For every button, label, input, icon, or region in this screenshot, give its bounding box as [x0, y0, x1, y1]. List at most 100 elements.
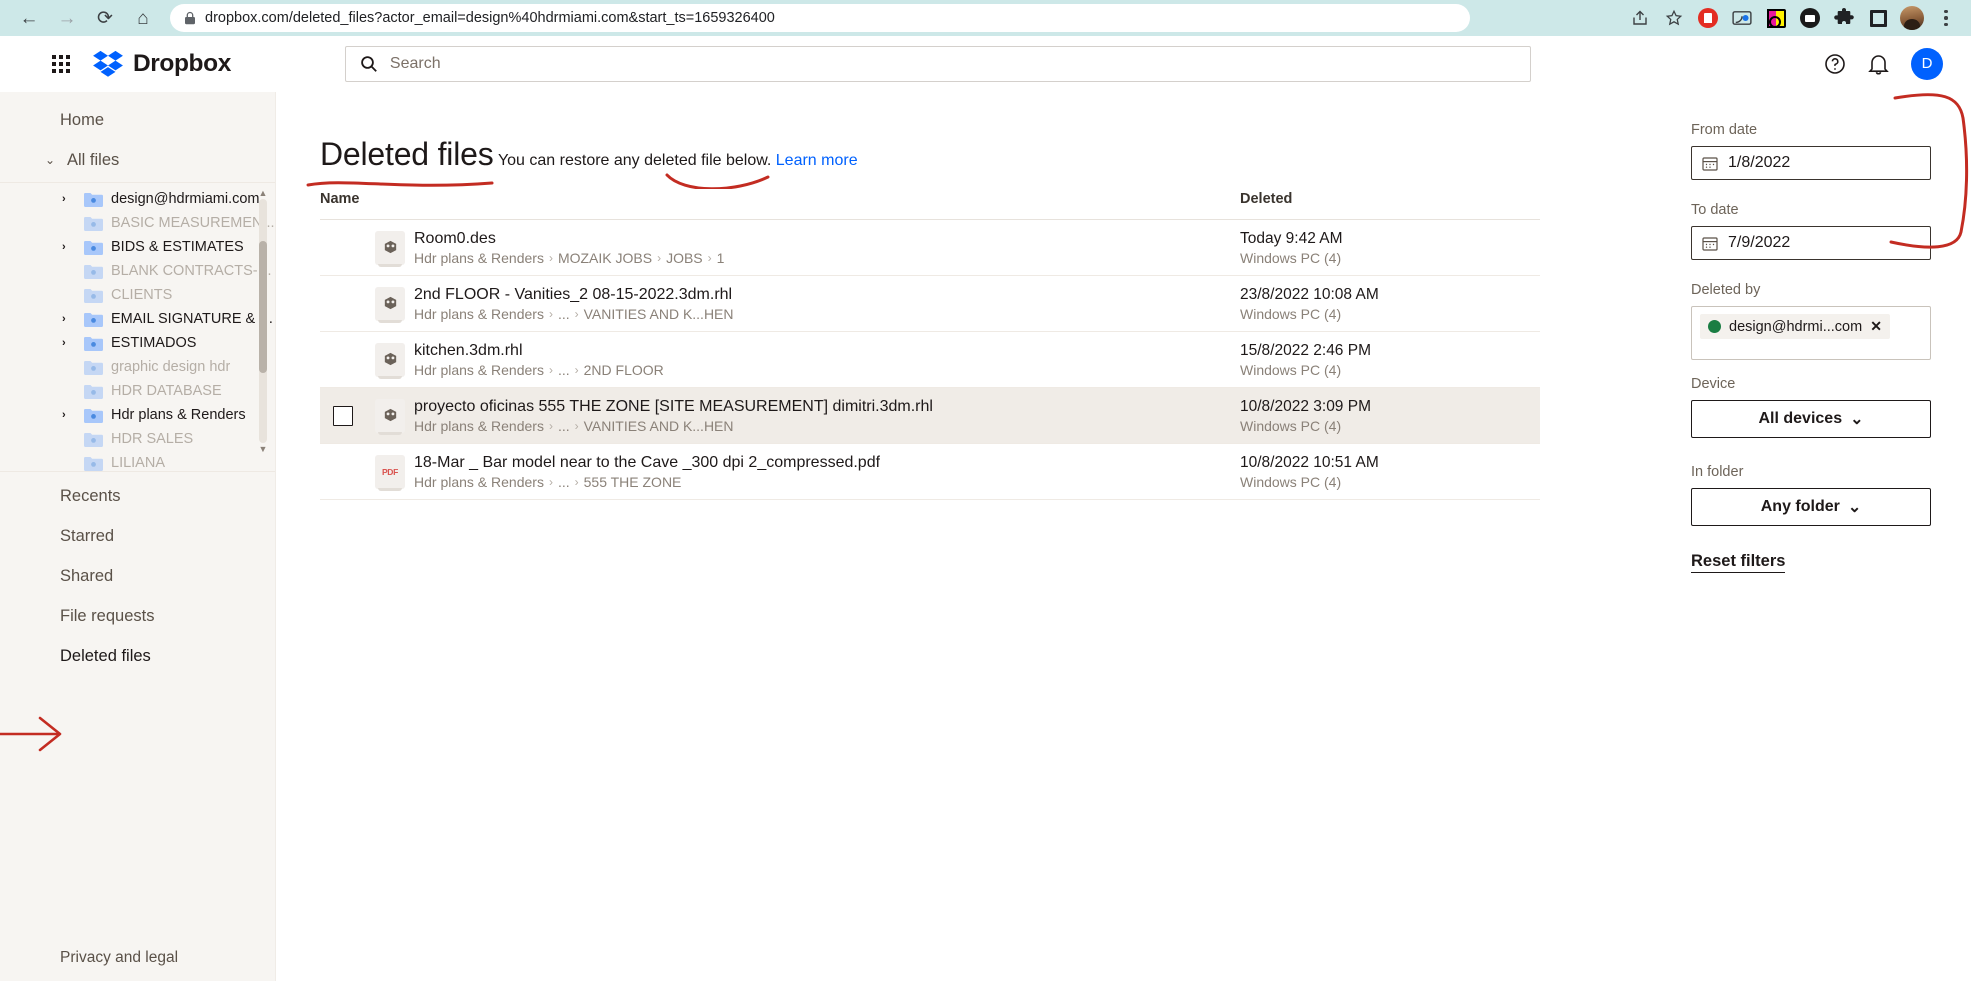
dark-reader-icon[interactable]: [1795, 3, 1825, 33]
filters-panel: From date 1/8/2022 To date 7/9/2022 Dele…: [1681, 92, 1971, 981]
profile-avatar[interactable]: [1897, 3, 1927, 33]
chevron-right-icon[interactable]: ›: [62, 241, 66, 253]
sidebar-item-home[interactable]: Home: [0, 100, 275, 140]
folder-tree-item[interactable]: › Hdr plans & Renders: [0, 403, 275, 427]
sidebar-item-label: Starred: [60, 526, 115, 545]
chevron-right-icon[interactable]: ›: [62, 337, 66, 349]
pdf-label: PDF: [381, 466, 399, 477]
close-icon[interactable]: ✕: [1870, 318, 1882, 335]
share-icon[interactable]: [1625, 3, 1655, 33]
address-bar[interactable]: dropbox.com/deleted_files?actor_email=de…: [170, 4, 1470, 32]
user-avatar[interactable]: D: [1911, 47, 1943, 80]
breadcrumb-separator-icon: ›: [707, 250, 712, 265]
breadcrumb-separator-icon: ›: [548, 474, 553, 489]
file-name[interactable]: proyecto oficinas 555 THE ZONE [SITE MEA…: [414, 398, 933, 416]
chevron-right-icon[interactable]: ›: [62, 193, 66, 205]
row-checkbox[interactable]: [333, 405, 353, 426]
table-row[interactable]: Room0.des Hdr plans & Renders › MOZAIK JOBS…: [320, 219, 1540, 276]
folder-icon: [84, 432, 103, 447]
device-dropdown[interactable]: All devices ⌄: [1691, 400, 1931, 438]
annotation-underline-title: [306, 181, 494, 187]
breadcrumb-separator-icon: ›: [548, 362, 553, 377]
folder-icon: [84, 240, 103, 255]
to-date-label: To date: [1691, 202, 1739, 218]
deleted-device: Windows PC (4): [1240, 361, 1342, 378]
header-actions: D: [1824, 47, 1951, 80]
file-name[interactable]: 2nd FLOOR - Vanities_2 08-15-2022.3dm.rh…: [414, 286, 734, 304]
deleted-by-label: Deleted by: [1691, 282, 1761, 298]
table-row[interactable]: 2nd FLOOR - Vanities_2 08-15-2022.3dm.rh…: [320, 275, 1540, 332]
deleted-by-chip[interactable]: design@hdrmi...com ✕: [1700, 314, 1890, 339]
scroll-down-arrow[interactable]: ▼: [259, 445, 268, 454]
sidebar-item-starred[interactable]: Starred: [0, 516, 275, 556]
folder-icon: [84, 384, 103, 399]
folder-label: BIDS & ESTIMATES: [111, 239, 244, 255]
page-subtitle: You can restore any deleted file below. …: [498, 152, 858, 189]
breadcrumb-segment: ...: [557, 473, 570, 490]
chevron-right-icon[interactable]: ›: [62, 409, 66, 421]
folder-tree-item[interactable]: › BIDS & ESTIMATES: [0, 235, 275, 259]
deleted-by-field[interactable]: design@hdrmi...com ✕: [1691, 306, 1931, 360]
folder-tree-item[interactable]: BLANK CONTRACTS-L...: [0, 259, 275, 283]
calendar-icon: [1702, 236, 1718, 251]
chip-label: design@hdrmi...com: [1729, 318, 1863, 335]
file-path-breadcrumb: Hdr plans & Renders ›... › 2ND FLOOR: [414, 362, 664, 378]
search-input[interactable]: Search: [344, 45, 1531, 82]
breadcrumb-segment: 1: [716, 249, 725, 266]
help-icon[interactable]: [1824, 53, 1846, 75]
chevron-right-icon[interactable]: ›: [62, 313, 66, 325]
file-name[interactable]: Room0.des: [414, 230, 724, 248]
folder-tree-item[interactable]: CLIENTS: [0, 283, 275, 307]
column-header-deleted[interactable]: Deleted: [1240, 191, 1540, 220]
column-header-name[interactable]: Name: [320, 191, 1240, 220]
folder-tree-item[interactable]: › design@hdrmiami.com: [0, 187, 275, 211]
breadcrumb-segment: VANITIES AND K...HEN: [583, 417, 734, 434]
table-row[interactable]: PDF 18-Mar _ Bar model near to the Cave _…: [320, 443, 1540, 500]
file-name[interactable]: kitchen.3dm.rhl: [414, 342, 664, 360]
adblock-icon[interactable]: [1693, 3, 1723, 33]
back-button[interactable]: ←: [10, 3, 48, 33]
folder-tree-item[interactable]: graphic design hdr: [0, 355, 275, 379]
folder-tree-item[interactable]: › EMAIL SIGNATURE & T...: [0, 307, 275, 331]
reading-list-icon[interactable]: [1863, 3, 1893, 33]
dropbox-header: Dropbox Search D: [0, 36, 1971, 92]
home-button[interactable]: ⌂: [124, 3, 162, 33]
sidebar-item-shared[interactable]: Shared: [0, 556, 275, 596]
cast-icon[interactable]: [1727, 3, 1757, 33]
sidebar-item-all-files[interactable]: ⌄ All files: [0, 140, 275, 180]
sidebar-item-recents[interactable]: Recents: [0, 476, 275, 516]
scroll-up-arrow[interactable]: ▲: [259, 189, 268, 198]
breadcrumb-segment: 2ND FLOOR: [583, 361, 664, 378]
folder-tree-item[interactable]: LILIANA: [0, 451, 275, 471]
colorzilla-icon[interactable]: [1761, 3, 1791, 33]
folder-tree-scrollbar[interactable]: ▲ ▼: [259, 189, 268, 454]
app-grid-icon[interactable]: [52, 54, 70, 73]
extensions-puzzle-icon[interactable]: [1829, 3, 1859, 33]
file-icon-slot: [366, 286, 414, 323]
file-path-breadcrumb: Hdr plans & Renders › MOZAIK JOBS › JOBS › 1: [414, 250, 724, 266]
kebab-menu-icon[interactable]: [1931, 3, 1961, 33]
sidebar-item-file-requests[interactable]: File requests: [0, 596, 275, 636]
table-row[interactable]: kitchen.3dm.rhl Hdr plans & Renders ›... › 2…: [320, 331, 1540, 388]
in-folder-dropdown[interactable]: Any folder ⌄: [1691, 488, 1931, 526]
folder-tree-item[interactable]: BASIC MEASUREMEN...: [0, 211, 275, 235]
star-icon[interactable]: [1659, 3, 1689, 33]
from-date-input[interactable]: 1/8/2022: [1691, 146, 1931, 180]
to-date-input[interactable]: 7/9/2022: [1691, 226, 1931, 260]
folder-tree-item[interactable]: HDR SALES: [0, 427, 275, 451]
reset-filters-button[interactable]: Reset filters: [1691, 552, 1786, 573]
table-row[interactable]: proyecto oficinas 555 THE ZONE [SITE MEA…: [320, 387, 1540, 444]
dropbox-logo[interactable]: Dropbox: [92, 50, 231, 78]
learn-more-link[interactable]: Learn more: [776, 152, 858, 169]
reload-button[interactable]: ⟳: [86, 3, 124, 33]
folder-tree-item[interactable]: › ESTIMADOS: [0, 331, 275, 355]
scrollbar-thumb[interactable]: [259, 241, 267, 373]
folder-tree-item[interactable]: HDR DATABASE: [0, 379, 275, 403]
folder-label: graphic design hdr: [111, 359, 231, 375]
sidebar-item-deleted-files[interactable]: Deleted files: [0, 636, 275, 676]
file-name[interactable]: 18-Mar _ Bar model near to the Cave _300…: [414, 454, 880, 472]
folder-label: LILIANA: [111, 455, 165, 471]
forward-button[interactable]: →: [48, 3, 86, 33]
notifications-icon[interactable]: [1868, 53, 1889, 75]
privacy-and-legal-link[interactable]: Privacy and legal: [0, 949, 275, 967]
